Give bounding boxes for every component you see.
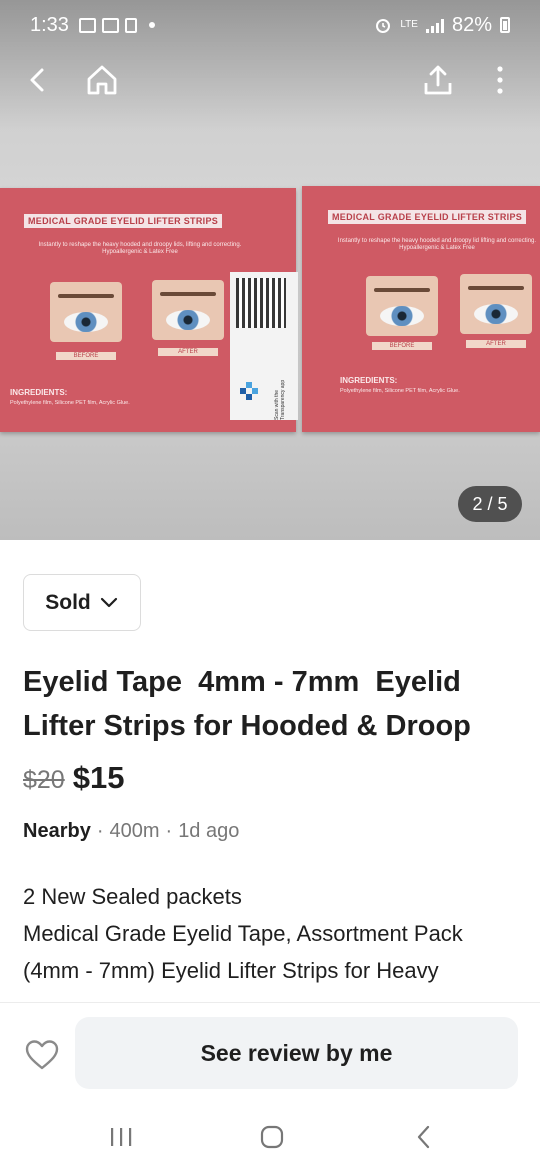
back-button[interactable] — [14, 56, 62, 104]
status-time: 1:33 — [30, 13, 69, 36]
status-dropdown[interactable]: Sold — [23, 574, 141, 631]
meta-separator: · — [96, 820, 104, 842]
before-label: BEFORE — [372, 342, 432, 350]
photo-counter: 2 / 5 — [458, 486, 522, 522]
network-type: LTE — [400, 19, 418, 30]
ingredients-label: INGREDIENTS: — [10, 388, 68, 397]
bottom-action-bar: See review by me — [0, 1002, 540, 1102]
heart-icon — [25, 1040, 59, 1070]
eye-after-image — [152, 280, 224, 340]
top-nav — [0, 52, 540, 108]
chevron-down-icon — [100, 597, 117, 607]
status-chip-label: Sold — [45, 590, 91, 614]
see-review-button[interactable]: See review by me — [75, 1017, 518, 1089]
qr-card: Scan with the Transparency app — [230, 272, 298, 420]
share-icon — [424, 65, 452, 95]
box-subtitle: Instantly to reshape the heavy hooded an… — [337, 238, 537, 251]
original-price: $20 — [23, 766, 65, 794]
listing-meta: Nearby · 400m · 1d ago — [23, 820, 239, 843]
back-arrow-icon — [30, 68, 44, 92]
after-label: AFTER — [158, 348, 218, 356]
scan-text: Scan with the Transparency app — [274, 379, 286, 420]
box-title: MEDICAL GRADE EYELID LIFTER STRIPS — [24, 214, 223, 228]
before-label: BEFORE — [56, 352, 116, 360]
product-box-photo: MEDICAL GRADE EYELID LIFTER STRIPS Insta… — [0, 188, 298, 432]
box-subtitle: Instantly to reshape the heavy hooded an… — [38, 242, 242, 255]
battery-icon — [500, 17, 510, 33]
listing-description: 2 New Sealed packets Medical Grade Eyeli… — [23, 884, 463, 983]
system-home-button[interactable] — [252, 1122, 292, 1152]
more-vertical-icon — [497, 66, 503, 94]
eye-before-image — [366, 276, 438, 336]
product-box-photo: MEDICAL GRADE EYELID LIFTER STRIPS Insta… — [302, 186, 540, 432]
favorite-button[interactable] — [24, 1037, 60, 1073]
home-icon — [87, 65, 117, 95]
signal-icon — [425, 17, 444, 33]
status-right: LTE 82% — [374, 14, 510, 37]
distance: 400m — [109, 820, 160, 842]
recent-apps-icon — [111, 1128, 132, 1146]
listing-photo[interactable]: MEDICAL GRADE EYELID LIFTER STRIPS Insta… — [0, 0, 540, 540]
current-price: $15 — [72, 760, 125, 795]
alarm-icon — [376, 19, 391, 33]
calendar-icon — [101, 17, 119, 33]
system-back-icon — [417, 1125, 430, 1149]
transparency-logo-icon — [240, 382, 258, 400]
price-row: $20 $15 — [23, 760, 124, 796]
meta-separator: · — [165, 820, 173, 842]
location-label: Nearby — [23, 820, 91, 842]
eye-after-image — [460, 274, 532, 334]
system-nav-bar — [0, 1102, 540, 1170]
posted-time: 1d ago — [178, 820, 240, 842]
more-notifications-dot-icon — [148, 22, 155, 28]
recent-apps-button[interactable] — [101, 1122, 141, 1152]
qr-code-icon — [236, 278, 286, 328]
listing-title: Eyelid Tape 4mm - 7mm Eyelid Lifter Stri… — [23, 666, 471, 742]
status-bar: 1:33 LTE 82% — [0, 0, 540, 50]
battery-percent: 82% — [451, 13, 492, 36]
ingredients-text: Polyethylene film, Silicone PET film, Ac… — [340, 388, 460, 394]
gallery-icon — [78, 17, 96, 33]
notification-icons — [78, 17, 155, 33]
ingredients-label: INGREDIENTS: — [340, 376, 398, 385]
device-icon — [124, 17, 137, 33]
eye-before-image — [50, 282, 122, 342]
box-title: MEDICAL GRADE EYELID LIFTER STRIPS — [328, 210, 527, 224]
system-back-button[interactable] — [404, 1122, 444, 1152]
system-home-icon — [260, 1125, 284, 1149]
home-button[interactable] — [78, 56, 126, 104]
more-button[interactable] — [476, 56, 524, 104]
after-label: AFTER — [466, 340, 526, 348]
ingredients-text: Polyethylene film, Silicone PET film, Ac… — [10, 400, 130, 406]
share-button[interactable] — [414, 56, 462, 104]
